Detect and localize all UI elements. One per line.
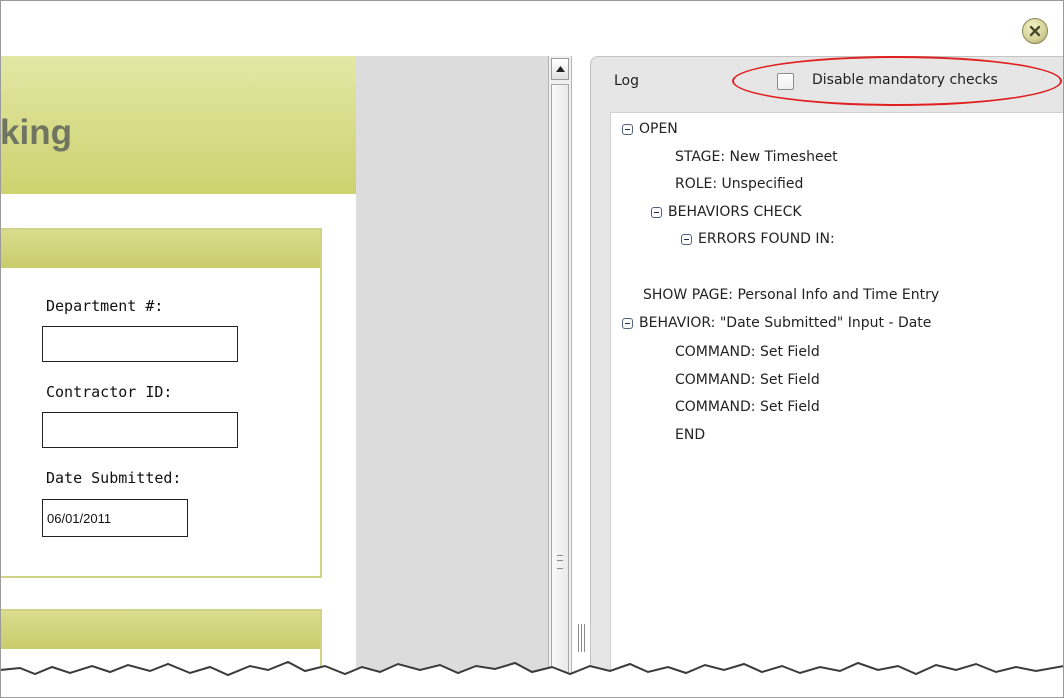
contractor-id-label: Contractor ID: bbox=[46, 383, 173, 401]
disable-mandatory-checks-label[interactable]: Disable mandatory checks bbox=[812, 72, 998, 88]
close-icon bbox=[1029, 25, 1041, 37]
form-title: king bbox=[0, 113, 72, 152]
log-line-text: COMMAND: Set Field bbox=[675, 372, 820, 388]
section-header-bar bbox=[0, 230, 320, 268]
collapse-icon[interactable] bbox=[622, 317, 633, 329]
log-line-open: OPEN bbox=[622, 119, 678, 139]
arrow-up-icon bbox=[555, 66, 565, 72]
date-submitted-field[interactable] bbox=[42, 499, 188, 537]
collapse-icon[interactable] bbox=[651, 206, 662, 218]
contractor-id-field[interactable] bbox=[42, 412, 238, 448]
log-line-text: STAGE: New Timesheet bbox=[675, 149, 838, 165]
collapse-icon[interactable] bbox=[681, 233, 692, 245]
app-window: king Department #: Contractor ID: Date S… bbox=[0, 0, 1064, 698]
vertical-scrollbar[interactable] bbox=[548, 56, 572, 698]
log-line-stage: STAGE: New Timesheet bbox=[675, 147, 838, 167]
log-line-command: COMMAND: Set Field bbox=[675, 370, 820, 390]
log-line-show-page: SHOW PAGE: Personal Info and Time Entry bbox=[643, 285, 939, 305]
log-line-text: BEHAVIOR: "Date Submitted" Input - Date bbox=[639, 315, 932, 331]
department-field[interactable] bbox=[42, 326, 238, 362]
close-button[interactable] bbox=[1022, 18, 1048, 44]
disable-mandatory-checks-checkbox[interactable] bbox=[777, 73, 794, 90]
gutter-area bbox=[356, 56, 548, 698]
log-line-behavior: BEHAVIOR: "Date Submitted" Input - Date bbox=[622, 313, 931, 333]
log-line-text: OPEN bbox=[639, 121, 678, 137]
log-line-text: END bbox=[675, 427, 706, 443]
log-line-text: COMMAND: Set Field bbox=[675, 344, 820, 360]
date-submitted-label: Date Submitted: bbox=[46, 469, 182, 487]
log-line-command: COMMAND: Set Field bbox=[675, 342, 820, 362]
log-line-text: ROLE: Unspecified bbox=[675, 176, 804, 192]
scroll-up-button[interactable] bbox=[551, 58, 569, 80]
log-line-text: ERRORS FOUND IN: bbox=[698, 231, 835, 247]
log-line-command: COMMAND: Set Field bbox=[675, 397, 820, 417]
collapse-icon[interactable] bbox=[622, 123, 633, 135]
department-label: Department #: bbox=[46, 297, 164, 315]
log-line-end: END bbox=[675, 425, 705, 445]
log-line-behaviors-check: BEHAVIORS CHECK bbox=[651, 202, 802, 222]
log-title: Log bbox=[614, 73, 640, 89]
grip-icon bbox=[557, 555, 563, 569]
torn-edge-decoration bbox=[0, 660, 1064, 698]
log-line-text: BEHAVIORS CHECK bbox=[668, 204, 802, 220]
log-line-text: COMMAND: Set Field bbox=[675, 399, 820, 415]
log-line-text: SHOW PAGE: Personal Info and Time Entry bbox=[643, 287, 940, 303]
log-line-errors-found: ERRORS FOUND IN: bbox=[681, 229, 835, 249]
log-line-role: ROLE: Unspecified bbox=[675, 174, 803, 194]
scroll-thumb[interactable] bbox=[551, 84, 569, 698]
